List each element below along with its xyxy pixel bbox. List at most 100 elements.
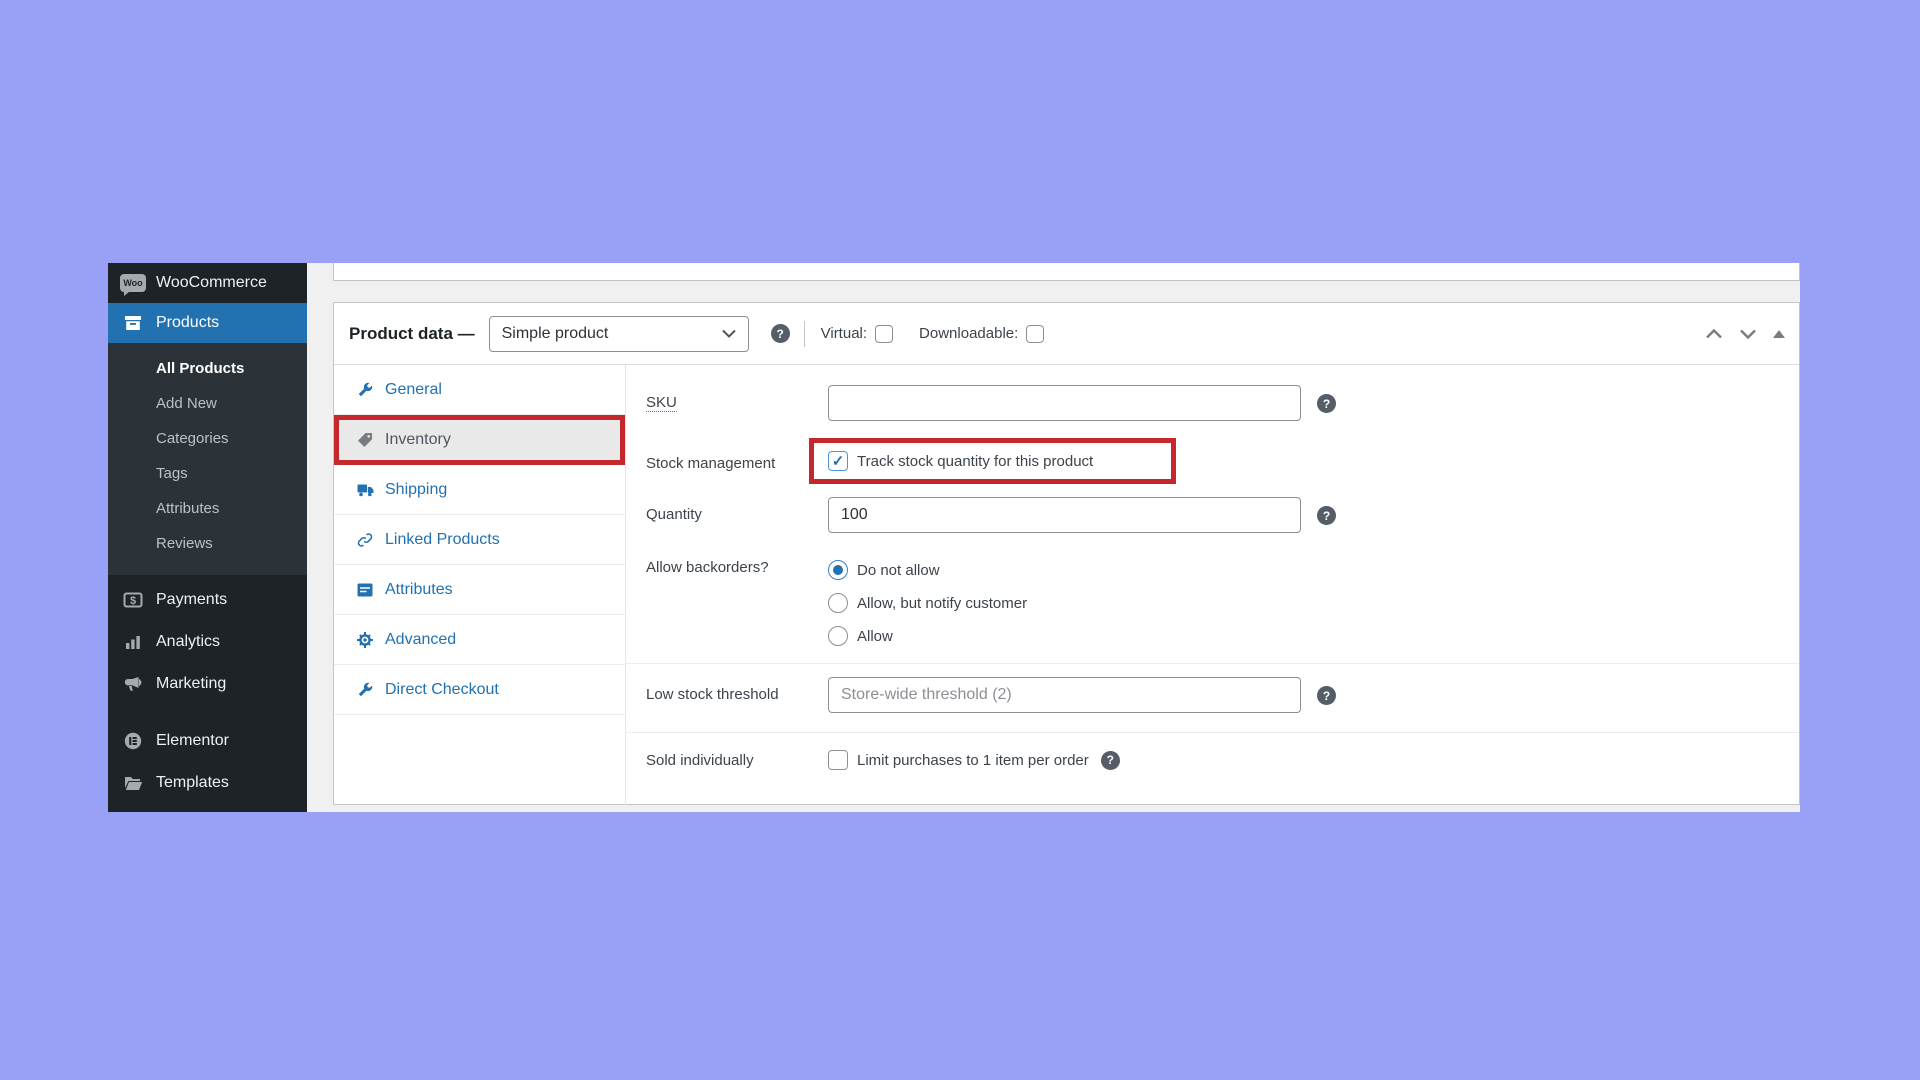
quantity-row: Quantity ? <box>626 497 1799 533</box>
woocommerce-admin-screenshot: Woo WooCommerce Products All Products Ad… <box>108 263 1800 812</box>
sidebar-item-marketing[interactable]: Marketing <box>108 663 307 705</box>
backorders-options: Do not allow Allow, but notify customer … <box>828 558 1027 646</box>
sku-help-icon[interactable]: ? <box>1317 394 1336 413</box>
panel-title: Product data — <box>349 324 475 344</box>
wrench-icon <box>356 682 374 698</box>
stock-management-label: Stock management <box>646 438 828 472</box>
options-group-divider <box>626 732 1799 733</box>
analytics-icon <box>120 634 146 650</box>
sidebar-item-label: Marketing <box>156 675 226 693</box>
toggle-panel-icon[interactable] <box>1773 330 1785 338</box>
radio[interactable] <box>828 626 848 646</box>
woocommerce-logo-icon: Woo <box>120 274 146 292</box>
sku-input[interactable] <box>828 385 1301 421</box>
radio[interactable] <box>828 593 848 613</box>
low-stock-threshold-label: Low stock threshold <box>646 677 828 703</box>
move-up-icon[interactable] <box>1705 329 1723 339</box>
sold-individually-help-icon[interactable]: ? <box>1101 751 1120 770</box>
svg-text:$: $ <box>130 595 136 607</box>
tab-label: Inventory <box>385 431 451 449</box>
sidebar-item-elementor[interactable]: Elementor <box>108 720 307 762</box>
submenu-item-tags[interactable]: Tags <box>108 456 307 491</box>
quantity-input[interactable] <box>828 497 1301 533</box>
low-stock-threshold-input[interactable] <box>828 677 1301 713</box>
tab-label: Linked Products <box>385 531 500 549</box>
sidebar-item-label: Products <box>156 314 219 332</box>
virtual-label: Virtual: <box>821 325 867 342</box>
tab-inventory[interactable]: Inventory <box>334 415 625 465</box>
sidebar-item-label: Payments <box>156 591 227 609</box>
sidebar-item-label: Templates <box>156 774 229 792</box>
inventory-form: SKU ? Stock management Track stock quant… <box>626 365 1799 805</box>
tab-advanced[interactable]: Advanced <box>334 615 625 665</box>
tag-icon <box>356 432 374 448</box>
product-type-help-icon[interactable]: ? <box>771 324 790 343</box>
quantity-help-icon[interactable]: ? <box>1317 506 1336 525</box>
gear-icon <box>356 632 374 648</box>
submenu-item-attributes[interactable]: Attributes <box>108 491 307 526</box>
sidebar-item-payments[interactable]: $ Payments <box>108 579 307 621</box>
stock-management-row: Stock management Track stock quantity fo… <box>626 438 1799 484</box>
tab-label: Advanced <box>385 631 456 649</box>
sidebar-item-label: WooCommerce <box>156 274 267 292</box>
tab-label: Shipping <box>385 481 447 499</box>
backorders-row: Allow backorders? Do not allow Allow, bu… <box>626 558 1799 646</box>
products-submenu: All Products Add New Categories Tags Att… <box>108 343 307 575</box>
tab-shipping[interactable]: Shipping <box>334 465 625 515</box>
chevron-down-icon <box>722 329 736 338</box>
backorder-option-do-not-allow[interactable]: Do not allow <box>828 560 1027 580</box>
track-stock-checkbox[interactable] <box>828 451 848 471</box>
tab-label: Attributes <box>385 581 453 599</box>
sold-individually-row: Sold individually Limit purchases to 1 i… <box>626 750 1799 770</box>
options-group-divider <box>626 663 1799 664</box>
backorders-label: Allow backorders? <box>646 558 828 576</box>
tab-attributes[interactable]: Attributes <box>334 565 625 615</box>
sidebar-item-analytics[interactable]: Analytics <box>108 621 307 663</box>
backorder-option-allow[interactable]: Allow <box>828 626 1027 646</box>
sku-row: SKU ? <box>626 385 1799 421</box>
header-divider <box>804 321 805 347</box>
sku-label: SKU <box>646 385 828 411</box>
sidebar-item-templates[interactable]: Templates <box>108 762 307 804</box>
product-data-header: Product data — Simple product ? Virtual:… <box>334 303 1799 365</box>
low-stock-help-icon[interactable]: ? <box>1317 686 1336 705</box>
tab-linked-products[interactable]: Linked Products <box>334 515 625 565</box>
downloadable-checkbox[interactable] <box>1026 325 1044 343</box>
tab-label: General <box>385 381 442 399</box>
product-type-select[interactable]: Simple product <box>489 316 749 352</box>
product-data-tabs: General Inventory Shipping <box>334 365 626 805</box>
tab-label: Direct Checkout <box>385 681 499 699</box>
truck-icon <box>356 482 374 497</box>
submenu-item-all-products[interactable]: All Products <box>108 351 307 386</box>
admin-sidebar: Woo WooCommerce Products All Products Ad… <box>108 263 307 812</box>
move-down-icon[interactable] <box>1739 329 1757 339</box>
radio-selected[interactable] <box>828 560 848 580</box>
low-stock-threshold-row: Low stock threshold ? <box>626 677 1799 713</box>
downloadable-label: Downloadable: <box>919 325 1018 342</box>
sold-individually-field: Limit purchases to 1 item per order ? <box>828 750 1120 770</box>
product-type-value: Simple product <box>502 325 609 343</box>
tab-general[interactable]: General <box>334 365 625 415</box>
elementor-icon <box>120 732 146 750</box>
virtual-checkbox[interactable] <box>875 325 893 343</box>
limit-purchases-checkbox[interactable] <box>828 750 848 770</box>
sold-individually-label: Sold individually <box>646 752 828 769</box>
sidebar-item-label: Analytics <box>156 633 220 651</box>
link-icon <box>356 532 374 548</box>
sidebar-item-label: Elementor <box>156 732 229 750</box>
backorder-option-allow-notify[interactable]: Allow, but notify customer <box>828 593 1027 613</box>
limit-purchases-label: Limit purchases to 1 item per order <box>857 752 1089 769</box>
payments-icon: $ <box>120 592 146 608</box>
sidebar-item-woocommerce[interactable]: Woo WooCommerce <box>108 263 307 303</box>
submenu-item-categories[interactable]: Categories <box>108 421 307 456</box>
track-stock-label: Track stock quantity for this product <box>857 453 1093 470</box>
marketing-megaphone-icon <box>120 676 146 693</box>
templates-folder-icon <box>120 776 146 791</box>
product-data-panel: Product data — Simple product ? Virtual:… <box>333 302 1800 805</box>
previous-metabox-bottom <box>333 263 1800 281</box>
sidebar-item-products[interactable]: Products <box>108 303 307 343</box>
submenu-item-add-new[interactable]: Add New <box>108 386 307 421</box>
quantity-label: Quantity <box>646 497 828 523</box>
tab-direct-checkout[interactable]: Direct Checkout <box>334 665 625 715</box>
submenu-item-reviews[interactable]: Reviews <box>108 526 307 561</box>
